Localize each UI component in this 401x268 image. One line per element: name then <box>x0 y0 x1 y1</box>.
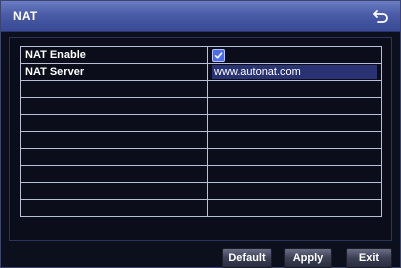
table-cell <box>207 182 382 200</box>
nat-settings-window: NAT NAT Enable NAT Server www.autonat.co… <box>0 0 401 268</box>
nat-enable-label: NAT Enable <box>20 46 208 64</box>
table-cell <box>207 131 382 149</box>
table-cell <box>207 80 382 98</box>
table-row <box>20 148 382 166</box>
nat-settings-table: NAT Enable NAT Server www.autonat.com <box>20 46 382 217</box>
nat-server-input[interactable]: www.autonat.com <box>212 65 377 79</box>
table-cell <box>207 199 382 217</box>
table-row <box>20 97 382 115</box>
table-cell <box>20 80 208 98</box>
table-cell <box>20 148 208 166</box>
table-cell <box>20 182 208 200</box>
table-row <box>20 199 382 217</box>
table-cell <box>20 165 208 183</box>
table-row <box>20 182 382 200</box>
back-arrow-icon <box>373 10 388 23</box>
title-bar: NAT <box>1 1 400 32</box>
checkmark-icon <box>214 51 223 59</box>
nat-enable-checkbox[interactable] <box>212 48 225 62</box>
table-row <box>20 165 382 183</box>
settings-panel: NAT Enable NAT Server www.autonat.com <box>9 37 392 241</box>
table-row: NAT Server www.autonat.com <box>20 63 382 81</box>
exit-button[interactable]: Exit <box>346 248 392 268</box>
table-cell <box>20 97 208 115</box>
window-title: NAT <box>13 9 38 23</box>
default-button[interactable]: Default <box>222 248 272 268</box>
table-cell <box>207 148 382 166</box>
nat-server-cell: www.autonat.com <box>207 63 382 81</box>
table-cell <box>207 165 382 183</box>
nat-enable-cell <box>207 46 382 64</box>
back-button[interactable] <box>370 5 392 27</box>
table-cell <box>20 131 208 149</box>
nat-server-label: NAT Server <box>20 63 208 81</box>
table-row <box>20 131 382 149</box>
table-cell <box>20 114 208 132</box>
table-row <box>20 114 382 132</box>
table-row: NAT Enable <box>20 46 382 64</box>
table-cell <box>207 97 382 115</box>
table-row <box>20 80 382 98</box>
apply-button[interactable]: Apply <box>284 248 332 268</box>
table-cell <box>207 114 382 132</box>
table-cell <box>20 199 208 217</box>
